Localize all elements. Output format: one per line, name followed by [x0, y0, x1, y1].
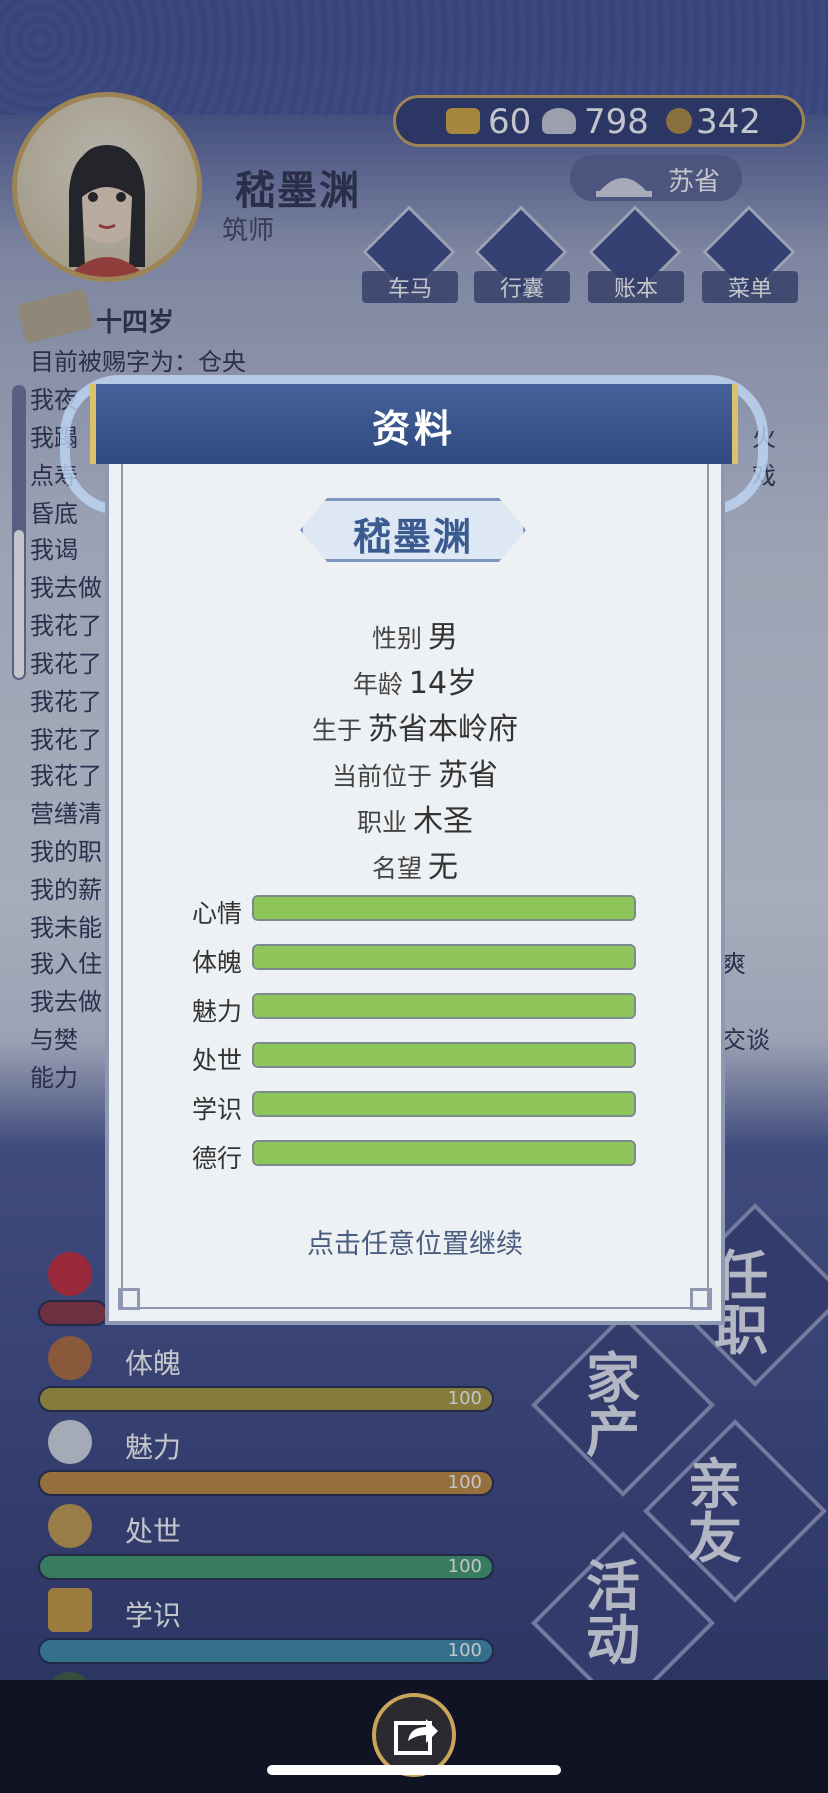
corner-ornament	[690, 1288, 712, 1310]
knowledge-stat-label: 学识	[192, 1095, 243, 1124]
gender-value: 男	[428, 620, 458, 655]
physique-stat-fill	[254, 946, 634, 968]
mood-bar	[252, 895, 636, 921]
worldliness-stat-bar	[252, 1042, 636, 1068]
knowledge-stat-fill	[254, 1093, 634, 1115]
charm-stat-bar	[252, 993, 636, 1019]
age-value: 14岁	[408, 666, 478, 701]
birthplace-value: 苏省本岭府	[368, 712, 518, 747]
profile-name: 嵇墨渊	[352, 515, 473, 559]
worldliness-stat-label: 处世	[192, 1046, 243, 1075]
reputation-value: 无	[428, 850, 458, 885]
gender-key: 性别	[371, 624, 422, 653]
current-location-value: 苏省	[438, 758, 498, 793]
home-indicator	[267, 1765, 561, 1775]
knowledge-stat-bar	[252, 1091, 636, 1117]
mood-label: 心情	[192, 899, 243, 928]
age-row: 年龄 14岁	[105, 658, 725, 702]
dialog-title: 资料	[371, 407, 456, 451]
virtue-stat-bar	[252, 1140, 636, 1166]
virtue-stat-fill	[254, 1142, 634, 1164]
continue-hint[interactable]: 点击任意位置继续	[105, 1222, 725, 1261]
dialog-header: 资料	[90, 384, 738, 464]
age-key: 年龄	[352, 670, 403, 699]
virtue-stat-label: 德行	[192, 1144, 243, 1173]
occupation-row: 职业 木圣	[105, 796, 725, 840]
charm-stat-fill	[254, 995, 634, 1017]
occupation-value: 木圣	[413, 804, 473, 839]
birthplace-row: 生于 苏省本岭府	[105, 704, 725, 748]
current-location-row: 当前位于 苏省	[105, 750, 725, 794]
gender-row: 性别男	[105, 612, 725, 656]
charm-stat-label: 魅力	[192, 997, 243, 1026]
physique-stat-bar	[252, 944, 636, 970]
current-location-key: 当前位于	[331, 762, 432, 791]
worldliness-stat-fill	[254, 1044, 634, 1066]
reputation-row: 名望无	[105, 842, 725, 886]
corner-ornament	[118, 1288, 140, 1310]
mood-bar-fill	[254, 897, 634, 919]
reputation-key: 名望	[371, 854, 422, 883]
physique-stat-label: 体魄	[192, 948, 243, 977]
occupation-key: 职业	[356, 808, 407, 837]
share-icon	[394, 1719, 438, 1755]
birthplace-key: 生于	[311, 716, 362, 745]
